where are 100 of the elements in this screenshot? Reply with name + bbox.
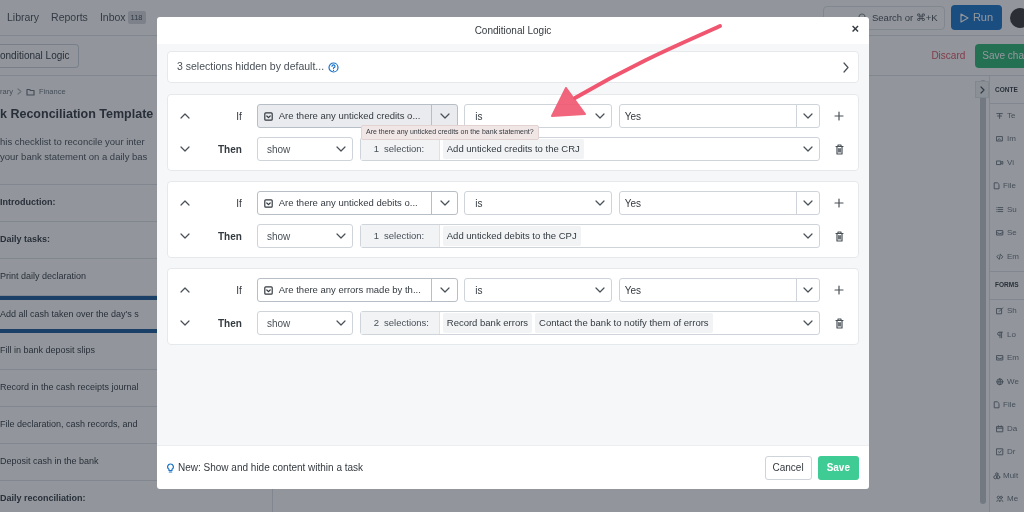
discard-link[interactable]: Discard	[931, 48, 966, 63]
value-select[interactable]: Yes	[618, 278, 821, 302]
checkbox-icon	[263, 111, 273, 121]
selection-label: selection:	[384, 228, 425, 243]
question-text: Are there any errors made by th...	[278, 282, 421, 297]
chevron-down-icon	[803, 146, 814, 152]
operator-select[interactable]: is	[464, 191, 612, 215]
action-select[interactable]: show	[256, 137, 353, 161]
selection-count: 1	[373, 141, 380, 156]
avatar[interactable]	[1010, 7, 1024, 28]
sidebar-item[interactable]: Da	[1007, 422, 1018, 435]
cancel-button[interactable]: Cancel	[764, 455, 812, 480]
chevron-down-icon	[803, 320, 814, 326]
trash-icon[interactable]	[834, 230, 844, 242]
question-text: Are there any unticked debits o...	[278, 195, 418, 210]
sidebar-item[interactable]: Su	[1007, 203, 1017, 216]
nav-link[interactable]: Inbox	[99, 9, 126, 26]
checkbox-icon	[263, 285, 273, 295]
list-icon	[996, 205, 1004, 214]
selection-tag[interactable]: Record bank errors	[442, 312, 533, 334]
expand-toggle[interactable]	[975, 81, 989, 98]
sidebar-item[interactable]: Se	[1007, 227, 1017, 240]
trash-icon[interactable]	[834, 143, 844, 155]
run-button[interactable]: Run	[951, 5, 1002, 30]
sidebar-item[interactable]: File	[1003, 399, 1016, 412]
hidden-selections-text: 3 selections hidden by default...	[177, 59, 325, 75]
value-select[interactable]: Yes	[618, 191, 821, 215]
question-select[interactable]: Are there any unticked debits o...	[256, 191, 459, 215]
trash-icon[interactable]	[834, 317, 844, 329]
collapsed-panel[interactable]: 3 selections hidden by default...	[167, 51, 859, 83]
chevron-right-icon	[979, 85, 985, 94]
play-icon	[959, 12, 969, 23]
question-select[interactable]: Are there any errors made by th...	[256, 278, 459, 302]
conditional-logic-button[interactable]: onditional Logic	[0, 43, 79, 68]
chevron-down-icon	[803, 113, 814, 119]
video-icon	[996, 158, 1004, 167]
chevron-down-icon	[439, 200, 450, 206]
selection-field[interactable]: 2 selections: Record bank errors Contact the bank to notify them of errors	[359, 311, 821, 335]
sidebar-item[interactable]: File	[1003, 180, 1016, 193]
selection-field[interactable]: 1 selection: Add unticked credits to the CRJ	[359, 137, 821, 161]
calendar-icon	[996, 424, 1004, 433]
description-text: his checklist to reconcile your inter	[0, 135, 145, 149]
modal-title: Conditional Logic	[474, 24, 552, 38]
chevron-down-icon	[803, 287, 814, 293]
selection-field[interactable]: 1 selection: Add unticked debits to the CPJ	[359, 224, 821, 248]
file-icon	[993, 401, 1001, 410]
sidebar-item[interactable]: Me	[1007, 493, 1019, 506]
lightbulb-icon	[167, 462, 174, 473]
chevron-down-icon	[594, 287, 605, 293]
question-select[interactable]: Are there any unticked credits o...	[256, 104, 459, 128]
sidebar-item[interactable]: Sh	[1007, 305, 1017, 318]
paragraph-icon	[996, 330, 1004, 339]
chevron-down-icon	[594, 113, 605, 119]
condition-label: If	[235, 196, 242, 211]
sidebar-item[interactable]: We	[1007, 375, 1019, 388]
folder-icon	[25, 87, 35, 96]
sidebar-item[interactable]: Te	[1007, 109, 1016, 122]
people-icon	[996, 495, 1004, 504]
file-icon	[993, 182, 1001, 191]
sidebar-item[interactable]: Im	[1007, 133, 1016, 146]
chevron-up-icon	[179, 113, 190, 119]
selection-tag[interactable]: Add unticked credits to the CRJ	[442, 138, 584, 160]
chevron-up-icon	[179, 200, 190, 206]
selection-count: 2	[373, 315, 380, 330]
nav-link[interactable]: Reports	[51, 9, 88, 26]
sidebar-item[interactable]: Em	[1007, 250, 1019, 263]
action-select[interactable]: show	[256, 311, 353, 335]
sidebar-item[interactable]: Lo	[1007, 328, 1016, 341]
checklist-title: k Reconciliation Template	[0, 106, 154, 124]
plus-icon[interactable]	[834, 111, 845, 121]
question-text: Are there any unticked credits o...	[278, 108, 421, 123]
plus-icon[interactable]	[834, 285, 845, 295]
chevron-down-icon	[439, 287, 450, 293]
sidebar-item[interactable]: Mult	[1003, 469, 1019, 482]
chevron-down-icon	[180, 233, 190, 239]
chevron-up-icon	[179, 287, 190, 293]
action-select[interactable]: show	[256, 224, 353, 248]
chevron-right-icon	[16, 88, 22, 96]
shapes-icon	[993, 471, 1001, 480]
chevron-down-icon	[335, 320, 346, 326]
operator-select[interactable]: is	[464, 278, 612, 302]
chevron-down-icon	[594, 200, 605, 206]
sidebar-item[interactable]: Em	[1007, 352, 1019, 365]
condition-label: If	[235, 109, 242, 124]
chevron-down-icon	[180, 320, 190, 326]
chevron-right-icon	[843, 61, 849, 73]
nav-link[interactable]: Library	[7, 9, 40, 26]
action-label: Then	[217, 142, 242, 157]
edit-icon	[996, 307, 1004, 316]
value-select[interactable]: Yes	[618, 104, 821, 128]
selection-tag[interactable]: Contact the bank to notify them of errors	[535, 312, 713, 334]
plus-icon[interactable]	[834, 198, 845, 208]
chevron-down-icon	[335, 146, 346, 152]
code-icon	[996, 252, 1004, 261]
sidebar-item[interactable]: Vi	[1007, 156, 1014, 169]
checkbox-icon	[996, 448, 1004, 457]
image-icon	[996, 135, 1004, 144]
sidebar-item[interactable]: Dr	[1007, 446, 1016, 459]
selection-count: 1	[373, 228, 380, 243]
selection-tag[interactable]: Add unticked debits to the CPJ	[442, 225, 581, 247]
